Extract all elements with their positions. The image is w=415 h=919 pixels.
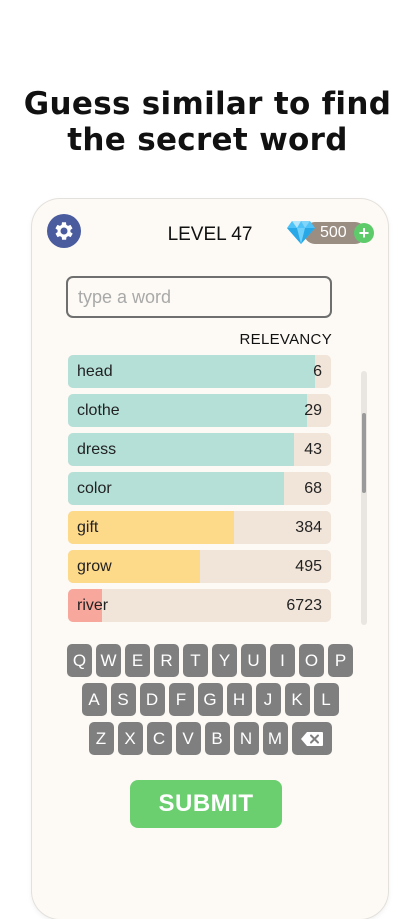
scrollbar-thumb[interactable] (362, 413, 366, 493)
guess-word: color (77, 480, 112, 497)
key-h[interactable]: H (226, 683, 252, 716)
guess-row: head 6 (68, 355, 331, 388)
guess-rank: 6 (313, 363, 322, 380)
guess-row: clothe 29 (68, 394, 331, 427)
guess-rank: 29 (304, 402, 322, 419)
key-n[interactable]: N (233, 722, 259, 755)
headline-line-2: the secret word (67, 122, 348, 158)
key-b[interactable]: B (204, 722, 230, 755)
guess-rank: 495 (295, 558, 322, 575)
key-d[interactable]: D (139, 683, 165, 716)
key-f[interactable]: F (168, 683, 194, 716)
key-a[interactable]: A (81, 683, 107, 716)
list-scrollbar[interactable] (361, 371, 367, 625)
relevancy-header: RELEVANCY (239, 331, 332, 348)
guess-row: grow 495 (68, 550, 331, 583)
key-k[interactable]: K (284, 683, 310, 716)
game-screen: LEVEL 47 500 + RELEVANCY head6clothe29dr… (32, 199, 388, 919)
guess-row: color 68 (68, 472, 331, 505)
key-c[interactable]: C (146, 722, 172, 755)
key-x[interactable]: X (117, 722, 143, 755)
guess-word: river (77, 597, 109, 614)
guess-word: grow (77, 558, 112, 575)
key-g[interactable]: G (197, 683, 223, 716)
guess-row: dress 43 (68, 433, 331, 466)
gem-count: 500 (320, 224, 347, 241)
add-gems-button[interactable]: + (354, 223, 374, 243)
guess-word: head (77, 363, 113, 380)
headline: Guess similar to find the secret word (0, 86, 415, 158)
word-input[interactable] (66, 276, 332, 318)
keyboard-row-2: ASDFGHJKL (32, 683, 388, 716)
keyboard-row-3: ZXCVBNM (32, 722, 388, 755)
guess-row: river 6723 (68, 589, 331, 622)
guess-row: gift 384 (68, 511, 331, 544)
guess-rank: 43 (304, 441, 322, 458)
guess-word: dress (77, 441, 117, 458)
key-t[interactable]: T (183, 644, 208, 677)
plus-icon: + (358, 223, 370, 243)
key-o[interactable]: O (299, 644, 324, 677)
guess-rank: 6723 (286, 597, 322, 614)
guess-rank: 384 (295, 519, 322, 536)
diamond-icon (287, 221, 315, 244)
key-w[interactable]: W (96, 644, 121, 677)
key-l[interactable]: L (313, 683, 339, 716)
key-m[interactable]: M (262, 722, 288, 755)
backspace-icon (300, 731, 323, 746)
key-j[interactable]: J (255, 683, 281, 716)
key-v[interactable]: V (175, 722, 201, 755)
submit-button[interactable]: SUBMIT (130, 780, 282, 828)
key-p[interactable]: P (328, 644, 353, 677)
key-q[interactable]: Q (67, 644, 92, 677)
key-r[interactable]: R (154, 644, 179, 677)
key-z[interactable]: Z (88, 722, 114, 755)
gem-counter: 500 + (287, 221, 374, 247)
backspace-key[interactable] (291, 722, 332, 755)
guess-rank: 68 (304, 480, 322, 497)
key-s[interactable]: S (110, 683, 136, 716)
key-e[interactable]: E (125, 644, 150, 677)
key-u[interactable]: U (241, 644, 266, 677)
key-y[interactable]: Y (212, 644, 237, 677)
guess-word: clothe (77, 402, 120, 419)
headline-line-1: Guess similar to find (23, 86, 392, 122)
guess-list[interactable]: head 6 clothe 29 dress 43 color 68 gift 384 grow 49… (68, 355, 331, 628)
keyboard-row-1: QWERTYUIOP (32, 644, 388, 677)
key-i[interactable]: I (270, 644, 295, 677)
guess-word: gift (77, 519, 99, 536)
